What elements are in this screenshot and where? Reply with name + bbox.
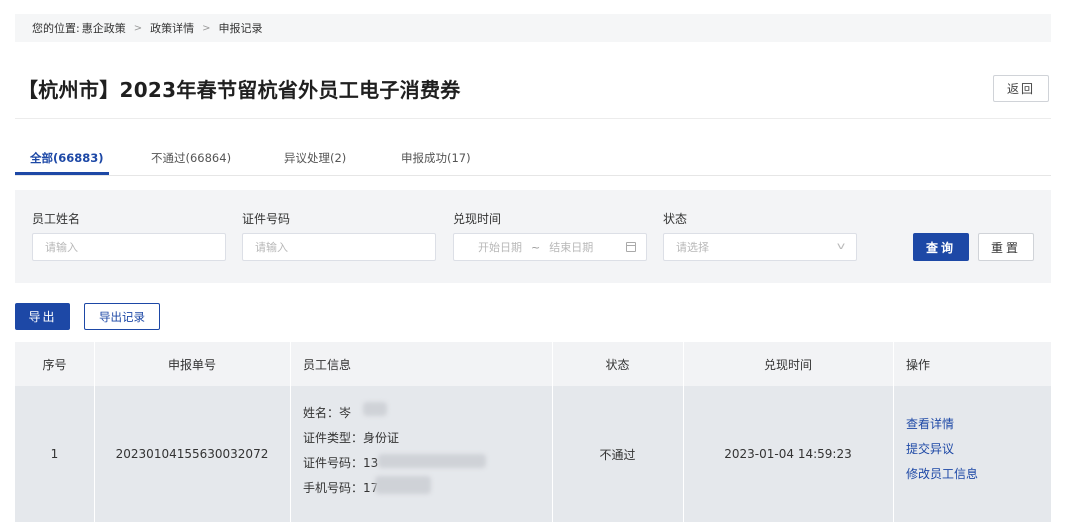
column-header-redeem-time: 兑现时间 [763,357,812,372]
breadcrumb-separator-icon: > [202,22,211,34]
tab-all[interactable]: 全部(66883) [30,150,104,166]
name-input-placeholder: 请输入 [45,241,78,254]
table-row [15,522,1051,530]
breadcrumb-item-records: 申报记录 [218,22,263,35]
back-button[interactable]: 返回 [993,75,1049,102]
start-date-placeholder[interactable]: 开始日期 [478,239,522,255]
breadcrumb: 您的位置: 惠企政策 > 政策详情 > 申报记录 [15,14,1051,42]
column-header-employee-info: 员工信息 [303,357,352,372]
status-select[interactable]: 请选择 v [663,233,857,261]
redaction-blur [375,476,431,494]
breadcrumb-separator-icon: > [133,22,143,34]
employee-name: 姓名：岑 [303,406,352,420]
export-button[interactable]: 导出 [15,303,70,330]
active-tab-indicator [15,172,109,175]
id-number-input[interactable]: 请输入 [242,233,436,261]
reset-button[interactable]: 重置 [978,233,1034,261]
status-filter-label: 状态 [663,212,688,226]
column-divider [290,342,291,530]
column-header-operations: 操作 [906,357,931,372]
tab-bar: 全部(66883) 不通过(66864) 异议处理(2) 申报成功(17) [15,140,1051,176]
export-record-button[interactable]: 导出记录 [84,303,160,330]
column-header-status: 状态 [605,357,630,372]
breadcrumb-item-policy[interactable]: 惠企政策 [82,20,126,36]
query-button[interactable]: 查询 [913,233,969,261]
end-date-placeholder[interactable]: 结束日期 [549,239,593,255]
cell-index: 1 [50,447,59,461]
redaction-blur [363,402,387,416]
column-header-index: 序号 [42,357,67,372]
divider [15,118,1051,119]
date-range-separator: ~ [531,240,541,254]
page-title: 【杭州市】2023年春节留杭省外员工电子消费券 [18,78,461,102]
redaction-blur [378,454,486,468]
column-header-order-no: 申报单号 [167,357,216,372]
tab-objection[interactable]: 异议处理(2) [284,150,346,166]
id-number-input-placeholder: 请输入 [255,241,288,254]
cell-redeem-time: 2023-01-04 14:59:23 [724,447,852,461]
name-filter-label: 员工姓名 [32,212,81,226]
breadcrumb-prefix: 您的位置: [32,22,80,35]
tab-success[interactable]: 申报成功(17) [401,150,471,166]
filter-panel: 员工姓名 请输入 证件号码 请输入 兑现时间 开始日期 ~ 结束日期 状态 请选… [15,190,1051,283]
breadcrumb-item-detail[interactable]: 政策详情 [150,20,194,36]
employee-id-type: 证件类型：身份证 [303,431,400,445]
tab-rejected[interactable]: 不通过(66864) [151,150,231,166]
cell-status: 不通过 [599,447,636,462]
redeem-time-filter-label: 兑现时间 [453,212,502,226]
submit-objection-link[interactable]: 提交异议 [906,440,954,457]
date-range-picker[interactable]: 开始日期 ~ 结束日期 [453,233,647,261]
id-number-filter-label: 证件号码 [242,212,291,226]
employee-id-number: 证件号码：13 [303,456,379,470]
records-table: 序号 申报单号 员工信息 状态 兑现时间 操作 1 20230104155630… [15,342,1051,530]
column-divider [893,342,894,530]
edit-employee-link[interactable]: 修改员工信息 [906,465,978,482]
employee-phone: 手机号码：17 [303,481,379,495]
name-input[interactable]: 请输入 [32,233,226,261]
view-detail-link[interactable]: 查看详情 [906,415,954,432]
chevron-down-icon: v [836,241,846,252]
status-select-placeholder: 请选择 [676,241,709,254]
calendar-icon [626,242,636,252]
cell-order-no: 20230104155630032072 [115,447,269,461]
